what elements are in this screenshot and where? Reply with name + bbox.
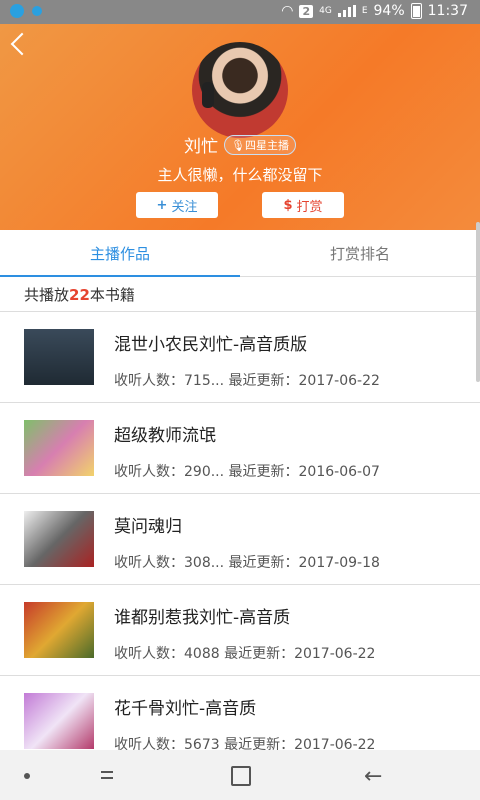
- book-cover: [24, 511, 94, 567]
- book-meta: 收听人数：308... 最近更新：2017-09-18: [114, 555, 380, 571]
- book-title: 混世小农民刘忙-高音质版: [114, 335, 308, 355]
- battery-icon: [410, 3, 422, 19]
- avatar: [192, 42, 288, 138]
- sim-badge: 2: [299, 4, 314, 18]
- list-item[interactable]: 超级教师流氓 收听人数：290... 最近更新：2016-06-07: [0, 403, 480, 494]
- book-title: 莫问魂归: [114, 517, 182, 537]
- nav-dot-icon[interactable]: [24, 773, 30, 779]
- clock: 11:37: [427, 3, 468, 19]
- anchor-tag: 🎙四星主播: [224, 134, 296, 155]
- book-list: 混世小农民刘忙-高音质版 收听人数：715... 最近更新：2017-06-22…: [0, 312, 480, 767]
- book-count: 共播放 22 本书籍: [0, 278, 480, 312]
- book-cover: [24, 420, 94, 476]
- list-item[interactable]: 莫问魂归 收听人数：308... 最近更新：2017-09-18: [0, 494, 480, 585]
- list-item[interactable]: 谁都别惹我刘忙-高音质 收听人数：4088 最近更新：2017-06-22: [0, 585, 480, 676]
- signal-icon: [337, 5, 356, 17]
- anchor-name: 刘忙: [184, 137, 219, 157]
- book-cover: [24, 693, 94, 749]
- bio-text: 主人很懒，什么都没留下: [157, 166, 323, 184]
- book-meta: 收听人数：290... 最近更新：2016-06-07: [114, 464, 380, 480]
- plus-icon: +: [156, 197, 168, 213]
- book-meta: 收听人数：4088 最近更新：2017-06-22: [114, 646, 376, 662]
- tip-button[interactable]: $ 打赏: [262, 192, 344, 218]
- coin-icon: $: [283, 197, 293, 213]
- nav-back-icon[interactable]: ←: [364, 764, 382, 789]
- follow-button[interactable]: + 关注: [136, 192, 218, 218]
- app-notification-icon-2: [32, 6, 42, 16]
- microphone-icon: [202, 82, 214, 108]
- status-bar: ◠ 2 4G E 94% 11:37: [0, 0, 480, 24]
- wifi-icon: ◠: [281, 3, 294, 19]
- scrollbar[interactable]: [476, 222, 480, 382]
- network-mode-label: E: [361, 6, 368, 16]
- book-title: 超级教师流氓: [114, 426, 216, 446]
- network-label: 4G: [319, 6, 332, 16]
- tab-works[interactable]: 主播作品: [0, 230, 240, 276]
- profile-header: 刘忙 🎙四星主播 主人很懒，什么都没留下 + 关注 $ 打赏: [0, 24, 480, 230]
- tab-indicator: [0, 275, 240, 277]
- mic-tag-icon: 🎙: [231, 138, 245, 152]
- tab-tip-ranking[interactable]: 打赏排名: [240, 230, 480, 276]
- book-cover: [24, 329, 94, 385]
- book-meta: 收听人数：715... 最近更新：2017-06-22: [114, 373, 380, 389]
- home-icon[interactable]: [231, 766, 251, 786]
- tab-bar: 主播作品 打赏排名: [0, 230, 480, 277]
- book-title: 谁都别惹我刘忙-高音质: [114, 608, 291, 628]
- back-icon[interactable]: [10, 32, 34, 56]
- book-cover: [24, 602, 94, 658]
- battery-percent: 94%: [373, 3, 405, 19]
- list-item[interactable]: 混世小农民刘忙-高音质版 收听人数：715... 最近更新：2017-06-22: [0, 312, 480, 403]
- book-title: 花千骨刘忙-高音质: [114, 699, 257, 719]
- system-nav-bar: ←: [0, 750, 480, 800]
- app-notification-icon: [10, 4, 24, 18]
- recent-apps-icon[interactable]: [98, 767, 116, 783]
